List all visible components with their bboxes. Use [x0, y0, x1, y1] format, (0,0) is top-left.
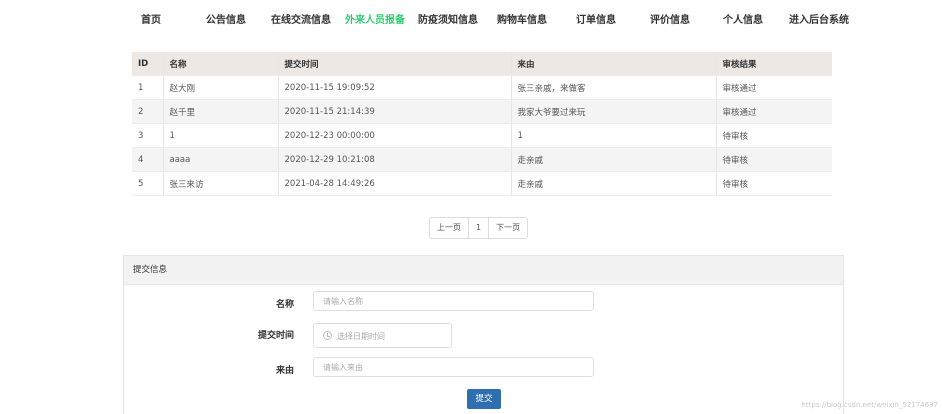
cell-id: 2 [132, 99, 164, 124]
col-header-result: 审核结果 [716, 52, 832, 76]
cell-reason: 走亲戚 [511, 147, 717, 172]
col-header-reason: 来由 [511, 52, 717, 76]
cell-id: 4 [132, 147, 164, 172]
page-number-button[interactable]: 1 [468, 217, 490, 239]
submit-button[interactable]: 提交 [467, 389, 501, 409]
cell-name: 赵千里 [163, 99, 279, 124]
table-row[interactable]: 2 赵千里 2020-11-15 21:14:39 我家大爷要过来玩 审核通过 [132, 99, 832, 124]
nav-orders[interactable]: 订单信息 [576, 11, 616, 26]
clock-icon [323, 331, 332, 340]
col-header-name: 名称 [163, 52, 279, 76]
nav-visitor-report[interactable]: 外来人员报备 [345, 11, 405, 26]
table-row[interactable]: 1 赵大刚 2020-11-15 19:09:52 张三亲戚，来做客 审核通过 [132, 75, 832, 100]
nav-cart[interactable]: 购物车信息 [497, 11, 547, 26]
nav-home[interactable]: 首页 [141, 11, 161, 26]
col-header-time: 提交时间 [278, 52, 512, 76]
prev-page-button[interactable]: 上一页 [429, 217, 469, 239]
panel-title: 提交信息 [124, 256, 843, 285]
cell-id: 5 [132, 171, 164, 196]
name-label: 名称 [275, 300, 294, 310]
cell-name: 1 [163, 123, 279, 148]
table-row[interactable]: 5 张三来访 2021-04-28 14:49:26 走亲戚 待审核 [132, 171, 832, 196]
cell-reason: 1 [511, 123, 717, 148]
cell-id: 1 [132, 75, 164, 100]
cell-name: 赵大刚 [163, 75, 279, 100]
cell-reason: 张三亲戚，来做客 [511, 75, 717, 100]
cell-result: 待审核 [716, 123, 832, 148]
nav-online-chat[interactable]: 在线交流信息 [271, 11, 331, 26]
table-row[interactable]: 3 1 2020-12-23 00:00:00 1 待审核 [132, 123, 832, 148]
cell-time: 2021-04-28 14:49:26 [278, 171, 512, 196]
watermark: https://blog.csdn.net/weixin_52174687 [801, 401, 938, 409]
cell-name: aaaa [163, 147, 279, 172]
time-label: 提交时间 [257, 331, 294, 341]
table-row[interactable]: 4 aaaa 2020-12-29 10:21:08 走亲戚 待审核 [132, 147, 832, 172]
top-nav: 首页 公告信息 在线交流信息 外来人员报备 防疫须知信息 购物车信息 订单信息 … [0, 0, 942, 34]
next-page-button[interactable]: 下一页 [488, 217, 529, 239]
cell-result: 待审核 [716, 171, 832, 196]
cell-time: 2020-12-29 10:21:08 [278, 147, 512, 172]
pagination: 上一页 1 下一页 [429, 217, 529, 239]
cell-reason: 我家大爷要过来玩 [511, 99, 717, 124]
cell-result: 待审核 [716, 147, 832, 172]
cell-time: 2020-11-15 19:09:52 [278, 75, 512, 100]
cell-result: 审核通过 [716, 99, 832, 124]
nav-announcements[interactable]: 公告信息 [206, 11, 246, 26]
cell-time: 2020-11-15 21:14:39 [278, 99, 512, 124]
records-table: ID 名称 提交时间 来由 审核结果 1 赵大刚 2020-11-15 19:0… [132, 52, 832, 196]
cell-reason: 走亲戚 [511, 171, 717, 196]
cell-id: 3 [132, 123, 164, 148]
cell-time: 2020-12-23 00:00:00 [278, 123, 512, 148]
reason-label: 来由 [275, 366, 294, 376]
name-input[interactable]: 请输入名称 [313, 291, 594, 311]
cell-result: 审核通过 [716, 75, 832, 100]
nav-profile[interactable]: 个人信息 [723, 11, 763, 26]
cell-name: 张三来访 [163, 171, 279, 196]
nav-epidemic-notice[interactable]: 防疫须知信息 [418, 11, 478, 26]
time-placeholder: 选择日期时间 [337, 332, 385, 341]
col-header-id: ID [132, 52, 164, 76]
nav-reviews[interactable]: 评价信息 [650, 11, 690, 26]
time-picker[interactable]: 选择日期时间 [313, 323, 452, 348]
submit-panel: 提交信息 名称 请输入名称 提交时间 选择日期时间 来由 请输入来由 提交 [123, 255, 844, 414]
table-header-row: ID 名称 提交时间 来由 审核结果 [132, 52, 832, 76]
nav-admin[interactable]: 进入后台系统 [789, 11, 849, 26]
reason-input[interactable]: 请输入来由 [313, 357, 594, 377]
